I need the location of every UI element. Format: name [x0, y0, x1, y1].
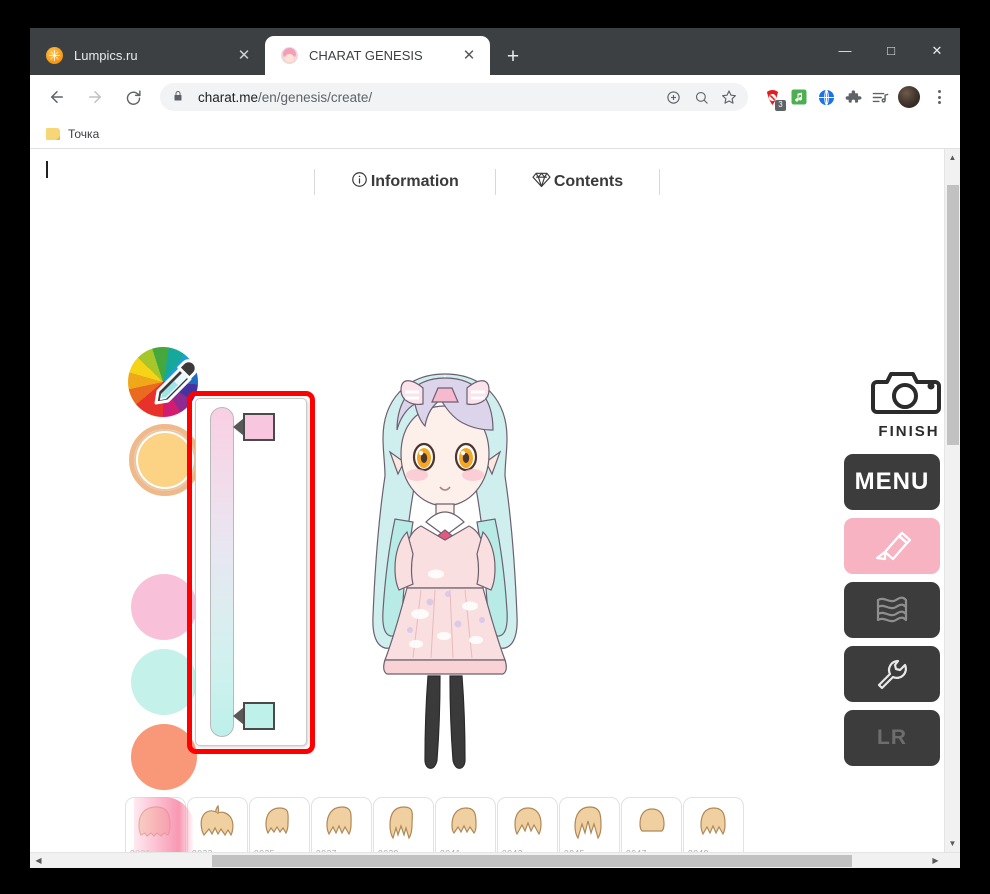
anime-character-preview — [320, 344, 570, 814]
hair-thumb[interactable]: 0031 — [125, 797, 186, 852]
page-topnav: Information Contents — [30, 169, 944, 195]
finish-button[interactable]: FINISH — [861, 364, 944, 440]
hair-thumb[interactable]: 0045 — [559, 797, 620, 852]
camera-icon — [871, 364, 944, 420]
hair-thumb[interactable]: 0037 — [311, 797, 372, 852]
close-icon[interactable]: ✕ — [458, 45, 480, 67]
omnibox-actions — [660, 84, 742, 110]
lr-flip-button[interactable]: LR — [844, 710, 940, 766]
address-bar[interactable]: charat.me/en/genesis/create/ — [160, 83, 748, 111]
tab-charat-genesis[interactable]: CHARAT GENESIS ✕ — [265, 36, 490, 75]
close-icon[interactable]: ✕ — [233, 45, 255, 67]
screenshot-root: Lumpics.ru ✕ CHARAT GENESIS ✕ + — □ ✕ — [0, 0, 990, 894]
info-circle-icon — [351, 171, 368, 193]
lr-label: LR — [877, 726, 907, 750]
topnav-contents[interactable]: Contents — [495, 169, 660, 195]
hair-thumb[interactable]: 0033 — [187, 797, 248, 852]
url-path: /en/genesis/create/ — [258, 90, 372, 105]
padlock-icon — [172, 89, 188, 105]
tab-strip: Lumpics.ru ✕ CHARAT GENESIS ✕ + — □ ✕ — [30, 28, 960, 75]
browser-window: Lumpics.ru ✕ CHARAT GENESIS ✕ + — □ ✕ — [30, 28, 960, 868]
scroll-down-arrow[interactable]: ▼ — [945, 835, 961, 852]
finish-label: FINISH — [861, 423, 944, 440]
scroll-left-arrow[interactable]: ◀ — [30, 853, 47, 869]
background-tool-button[interactable] — [844, 582, 940, 638]
flag-wave-icon — [874, 594, 910, 626]
extension-toolbar: 3 — [756, 84, 952, 110]
horizontal-scrollbar[interactable]: ◀ ▶ — [30, 852, 960, 868]
browser-toolbar: charat.me/en/genesis/create/ 3 — [30, 75, 960, 119]
close-window-button[interactable]: ✕ — [914, 28, 960, 73]
charat-avatar-icon — [281, 47, 298, 64]
bookmarks-bar: Точка — [30, 119, 960, 149]
minimize-button[interactable]: — — [822, 28, 868, 73]
back-icon[interactable] — [42, 82, 72, 112]
topnav-label: Contents — [554, 173, 623, 191]
zoom-out-icon[interactable] — [688, 84, 714, 110]
settings-tool-button[interactable] — [844, 646, 940, 702]
url-host: charat.me — [198, 90, 258, 105]
hair-thumb[interactable]: 0035 — [249, 797, 310, 852]
reload-icon[interactable] — [118, 82, 148, 112]
highlight-annotation — [187, 391, 315, 754]
topnav-label: Information — [371, 173, 459, 191]
hair-thumb[interactable]: 0049 — [683, 797, 744, 852]
profile-avatar[interactable] — [898, 86, 920, 108]
hair-thumb[interactable]: 0041 — [435, 797, 496, 852]
tab-lumpics[interactable]: Lumpics.ru ✕ — [30, 36, 265, 75]
paint-tube-icon — [871, 528, 913, 564]
reading-list-icon[interactable] — [868, 85, 892, 109]
thumbnail-row: 0031 0033 0035 0037 — [125, 797, 745, 852]
hair-thumb[interactable]: 0043 — [497, 797, 558, 852]
vertical-scroll-thumb[interactable] — [947, 185, 959, 445]
hair-thumb[interactable]: 0039 — [373, 797, 434, 852]
maximize-button[interactable]: □ — [868, 28, 914, 73]
extension-badge: 3 — [775, 100, 786, 111]
menu-label: MENU — [855, 468, 930, 496]
wrench-icon — [874, 657, 910, 691]
scroll-right-arrow[interactable]: ▶ — [927, 853, 944, 869]
globe-extension-icon[interactable] — [814, 85, 838, 109]
tab-title: Lumpics.ru — [74, 48, 233, 63]
forward-icon[interactable] — [80, 82, 110, 112]
tool-column: FINISH MENU — [844, 364, 944, 774]
star-icon[interactable] — [716, 84, 742, 110]
charat-app: Information Contents — [30, 149, 944, 852]
horizontal-scroll-thumb[interactable] — [212, 855, 852, 867]
zoom-in-icon[interactable] — [660, 84, 686, 110]
bookmark-tochka[interactable]: Точка — [40, 124, 105, 144]
window-controls: — □ ✕ — [822, 28, 960, 73]
url-text: charat.me/en/genesis/create/ — [198, 90, 660, 105]
hair-thumbnail-grid: 0031 0033 0035 0037 — [125, 797, 745, 852]
music-extension-icon[interactable] — [787, 85, 811, 109]
new-tab-button[interactable]: + — [498, 41, 528, 71]
hair-thumb[interactable]: 0047 — [621, 797, 682, 852]
menu-button[interactable]: MENU — [844, 454, 940, 510]
tab-title: CHARAT GENESIS — [309, 48, 458, 63]
scroll-up-arrow[interactable]: ▲ — [945, 149, 961, 166]
puzzle-extensions-icon[interactable] — [841, 85, 865, 109]
diamond-icon — [532, 171, 551, 193]
vertical-scrollbar[interactable]: ▲ ▼ — [944, 149, 960, 852]
page-viewport: Information Contents — [30, 149, 960, 852]
kebab-menu-icon[interactable] — [926, 84, 952, 110]
scrollbar-corner — [944, 853, 960, 869]
adblock-extension-icon[interactable]: 3 — [760, 85, 784, 109]
folder-icon — [46, 128, 60, 140]
color-tool-button[interactable] — [844, 518, 940, 574]
topnav-information[interactable]: Information — [314, 169, 495, 195]
orange-circle-icon — [46, 47, 63, 64]
bookmark-label: Точка — [68, 127, 99, 141]
